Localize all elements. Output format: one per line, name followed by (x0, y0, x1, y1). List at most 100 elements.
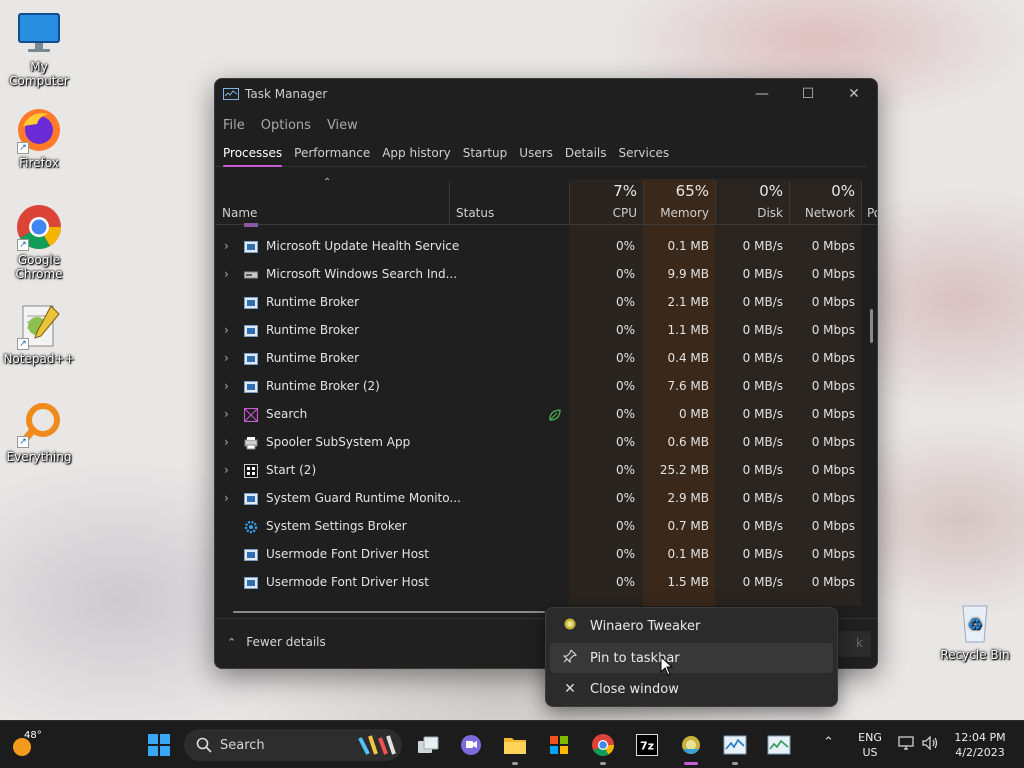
task-view-button[interactable] (412, 729, 444, 761)
chevron-right-icon[interactable]: › (224, 351, 229, 365)
menu-file[interactable]: File (223, 118, 245, 133)
chevron-right-icon[interactable]: › (224, 435, 229, 449)
start-button[interactable] (143, 729, 175, 761)
table-row[interactable]: › Spooler SubSystem App 0% 0.6 MB 0 MB/s 0 Mb… (215, 429, 877, 457)
horizontal-scrollbar[interactable] (233, 611, 545, 613)
chevron-right-icon[interactable]: › (224, 379, 229, 393)
tab-app-history[interactable]: App history (382, 146, 451, 166)
resource-monitor-taskbar-button[interactable] (763, 729, 795, 761)
process-name: Runtime Broker (266, 323, 360, 337)
tab-processes[interactable]: Processes (223, 146, 283, 167)
chevron-right-icon[interactable]: › (224, 491, 229, 505)
chrome-taskbar-button[interactable] (587, 729, 619, 765)
tab-users[interactable]: Users (519, 146, 553, 166)
menu-options[interactable]: Options (261, 118, 311, 133)
svg-text:♻: ♻ (968, 615, 982, 634)
table-row[interactable]: › System Guard Runtime Monito... 0% 2.9 MB 0… (215, 485, 877, 513)
input-language[interactable]: ENG US (855, 730, 885, 760)
tab-startup[interactable]: Startup (463, 146, 508, 166)
minimize-button[interactable]: — (739, 79, 785, 109)
taskbar-search[interactable]: Search (184, 729, 402, 761)
fewer-details-button[interactable]: ⌃ Fewer details (227, 635, 326, 649)
network-value: 0 Mbps (811, 491, 855, 505)
tab-performance[interactable]: Performance (294, 146, 370, 166)
vertical-scrollbar[interactable] (870, 309, 873, 343)
title-bar[interactable]: Task Manager — ☐ ✕ (215, 79, 877, 109)
desktop-icon-firefox[interactable]: ↗ Firefox (0, 106, 78, 170)
7zip-button[interactable]: 7z (631, 729, 663, 761)
cpu-value: 0% (615, 463, 635, 477)
jumplist-app-winaero-tweaker[interactable]: Winaero Tweaker (550, 611, 833, 641)
maximize-button[interactable]: ☐ (785, 79, 831, 109)
taskbar: 48° Search 7z ⌃ ENG US 12:04 PM 4/2/2023 (0, 720, 1024, 768)
chevron-right-icon[interactable]: › (224, 463, 229, 477)
network-value: 0 Mbps (811, 323, 855, 337)
desktop-icon-label: Recycle Bin (940, 648, 1010, 662)
table-row[interactable]: › Runtime Broker 0% 0.4 MB 0 MB/s 0 Mbps (215, 345, 877, 373)
task-manager-taskbar-button[interactable] (719, 729, 751, 765)
menu-view[interactable]: View (327, 118, 358, 133)
desktop-icon-recycle-bin[interactable]: ♻ Recycle Bin (936, 598, 1014, 662)
teams-chat-button[interactable] (455, 729, 487, 761)
table-row[interactable]: › Microsoft Windows Search Ind... 0% 9.9 MB… (215, 261, 877, 289)
column-header-network[interactable]: 0% Network (789, 179, 861, 225)
tab-details[interactable]: Details (565, 146, 607, 166)
network-icon[interactable] (898, 736, 914, 750)
cpu-value: 0% (615, 323, 635, 337)
tab-services[interactable]: Services (619, 146, 670, 166)
column-header-status[interactable]: Status (449, 179, 569, 225)
chrome-icon: ↗ (15, 203, 63, 251)
cpu-value: 0% (615, 351, 635, 365)
table-row[interactable]: › Start (2) 0% 25.2 MB 0 MB/s 0 Mbps (215, 457, 877, 485)
desktop-icon-google-chrome[interactable]: ↗ Google Chrome (0, 203, 78, 281)
table-row[interactable]: › Runtime Broker (2) 0% 7.6 MB 0 MB/s 0 Mbps (215, 373, 877, 401)
winaero-tweaker-icon (562, 618, 578, 634)
task-manager-icon (723, 735, 747, 755)
cpu-value: 0% (615, 295, 635, 309)
cpu-value: 0% (615, 239, 635, 253)
pin-to-taskbar-item[interactable]: Pin to taskbar (550, 643, 833, 673)
chat-icon (461, 735, 481, 755)
microsoft-store-button[interactable] (543, 729, 575, 761)
search-highlight-icon (358, 735, 396, 755)
table-row[interactable]: Usermode Font Driver Host 0% 0.1 MB 0 MB/s 0… (215, 541, 877, 569)
weather-widget[interactable]: 48° (10, 730, 50, 759)
service-icon (244, 352, 258, 366)
column-header-cpu[interactable]: 7% CPU (569, 179, 643, 225)
chevron-right-icon[interactable]: › (224, 239, 229, 253)
column-header-memory[interactable]: 65% Memory (643, 179, 715, 225)
disk-value: 0 MB/s (742, 575, 783, 589)
chevron-right-icon[interactable]: › (224, 267, 229, 281)
winaero-tweaker-taskbar-button[interactable] (675, 729, 707, 765)
table-row[interactable]: › Microsoft Update Health Service 0% 0.1 MB… (215, 233, 877, 261)
column-header-name[interactable]: Name (215, 179, 449, 225)
table-row[interactable]: System Settings Broker 0% 0.7 MB 0 MB/s 0 Mb… (215, 513, 877, 541)
file-explorer-button[interactable] (499, 729, 531, 765)
desktop-icon-notepad-plus-plus[interactable]: ↗ Notepad++ (0, 302, 78, 366)
table-row[interactable]: › Runtime Broker 0% 1.1 MB 0 MB/s 0 Mbps (215, 317, 877, 345)
table-row[interactable]: Runtime Broker 0% 2.1 MB 0 MB/s 0 Mbps (215, 289, 877, 317)
column-header-disk[interactable]: 0% Disk (715, 179, 789, 225)
process-name: Usermode Font Driver Host (266, 575, 429, 589)
cpu-value: 0% (615, 519, 635, 533)
chevron-up-icon[interactable]: ⌃ (823, 735, 834, 750)
speaker-icon[interactable] (922, 736, 940, 750)
windows-logo-icon (148, 734, 170, 756)
desktop-icon-label: Everything (6, 450, 72, 464)
desktop-icon-my-computer[interactable]: My Computer (0, 10, 78, 88)
close-button[interactable]: ✕ (831, 79, 877, 109)
chevron-right-icon[interactable]: › (224, 407, 229, 421)
running-indicator (600, 762, 606, 765)
chevron-right-icon[interactable]: › (224, 323, 229, 337)
network-value: 0 Mbps (811, 239, 855, 253)
disk-value: 0 MB/s (742, 463, 783, 477)
table-row[interactable]: › Search 0% 0 MB 0 MB/s 0 Mbps (215, 401, 877, 429)
desktop-icon-everything[interactable]: ↗ Everything (0, 400, 78, 464)
close-window-item[interactable]: ✕ Close window (550, 674, 833, 704)
clock[interactable]: 12:04 PM 4/2/2023 (948, 730, 1012, 760)
partial-row-remnant (244, 223, 258, 227)
column-header-power[interactable]: Po (861, 179, 877, 225)
memory-value: 0.7 MB (667, 519, 709, 533)
table-row[interactable]: Usermode Font Driver Host 0% 1.5 MB 0 MB/s 0… (215, 569, 877, 597)
search-indexer-icon (244, 268, 258, 282)
